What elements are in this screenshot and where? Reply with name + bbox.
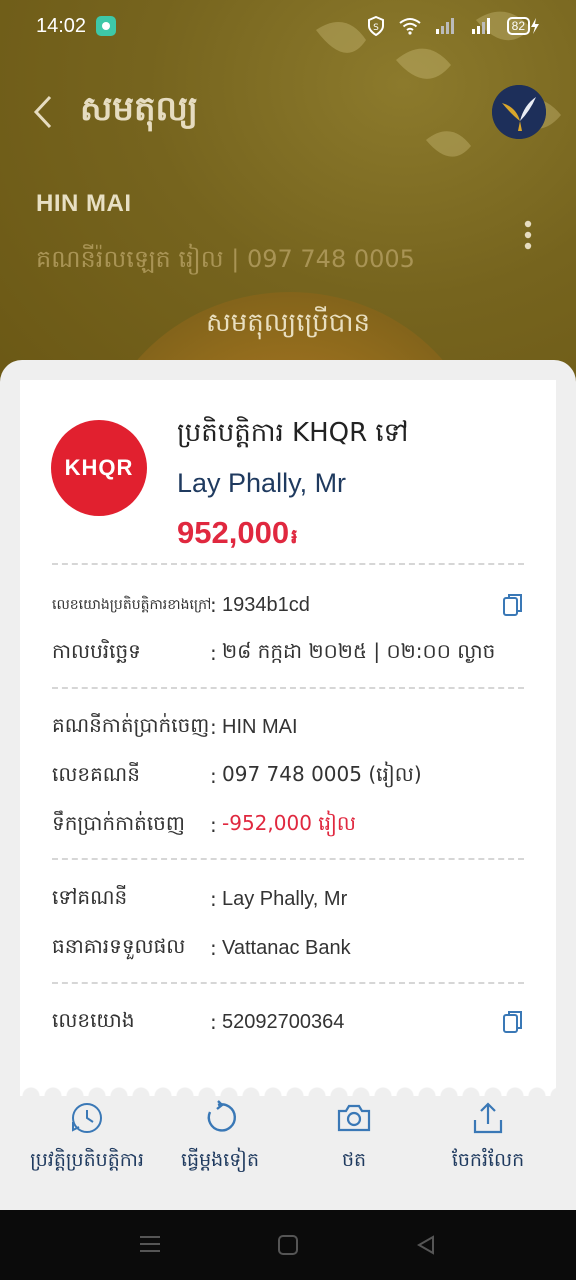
charging-icon bbox=[531, 18, 539, 34]
bank-logo bbox=[492, 85, 546, 139]
transaction-type: ប្រតិបត្តិការ KHQR ទៅ bbox=[177, 418, 409, 448]
page-title: សមតុល្យ bbox=[80, 89, 199, 129]
repeat-button[interactable]: ធ្វើម្តងទៀត bbox=[150, 1100, 290, 1176]
payee-name: Lay Phally, Mr bbox=[177, 468, 347, 498]
shield-icon: S bbox=[367, 16, 384, 36]
receipt-card: KHQR ប្រតិបត្តិការ KHQR ទៅ Lay Phally, M… bbox=[20, 380, 556, 1092]
action-label: ថត bbox=[341, 1149, 367, 1171]
detail-value: Lay Phally, Mr bbox=[222, 887, 348, 910]
back-arrow-icon[interactable] bbox=[30, 94, 58, 130]
divider bbox=[52, 687, 524, 689]
detail-label: លេខយោងប្រតិបត្តិការខាងក្រៅ bbox=[52, 596, 210, 613]
amount-value: 952,000 bbox=[177, 515, 290, 550]
currency-symbol: ៛ bbox=[291, 526, 298, 548]
chat-app-icon bbox=[96, 16, 117, 36]
action-label: ធ្វើម្តងទៀត bbox=[180, 1149, 260, 1171]
svg-text:S: S bbox=[373, 23, 379, 33]
action-label: ប្រវត្តិប្រតិបត្តិការ bbox=[30, 1149, 144, 1171]
transaction-amount: 952,000 ៛ bbox=[177, 515, 297, 553]
detail-label: លេខយោង bbox=[52, 1008, 135, 1032]
detail-value: -952,000 រៀល bbox=[222, 811, 356, 835]
transaction-receipt-sheet: KHQR ប្រតិបត្តិការ KHQR ទៅ Lay Phally, M… bbox=[0, 360, 576, 1210]
signal-icon bbox=[435, 18, 454, 34]
detail-value: ២៨ កក្កដា ២០២៥ | ០២:០០ ល្ងាច bbox=[222, 639, 496, 663]
signal-icon-2 bbox=[471, 18, 490, 34]
detail-value: 1934b1cd bbox=[222, 593, 310, 616]
detail-row-beneficiary-bank: ធនាគារទទួលផល : Vattanac Bank bbox=[52, 933, 524, 963]
detail-row-debit-account: គណនីកាត់ប្រាក់ចេញ : HIN MAI bbox=[52, 712, 524, 742]
detail-value: 52092700364 bbox=[222, 1010, 345, 1033]
share-icon bbox=[473, 1102, 503, 1134]
back-icon[interactable] bbox=[415, 1234, 437, 1256]
copy-icon[interactable] bbox=[502, 1009, 524, 1035]
status-bar: 14:02 S 82 bbox=[0, 0, 576, 52]
battery-level: 82 bbox=[506, 17, 530, 35]
status-time: 14:02 bbox=[36, 14, 87, 37]
detail-label: ទឹកប្រាក់កាត់ចេញ bbox=[52, 811, 185, 835]
detail-label: លេខគណនី bbox=[52, 762, 140, 786]
detail-label: កាលបរិច្ឆេទ bbox=[52, 639, 141, 663]
title-bar: សមតុល្យ bbox=[0, 80, 576, 144]
divider bbox=[52, 982, 524, 984]
detail-value: 097 748 0005 (រៀល) bbox=[222, 762, 422, 786]
wifi-icon bbox=[399, 18, 421, 35]
repeat-icon bbox=[207, 1100, 236, 1132]
copy-icon[interactable] bbox=[502, 592, 524, 618]
khqr-logo: KHQR bbox=[51, 420, 147, 516]
status-icons: S 82 bbox=[367, 16, 540, 36]
receipt-scalloped-edge bbox=[20, 1082, 556, 1096]
more-options-icon[interactable] bbox=[524, 220, 532, 250]
home-icon[interactable] bbox=[277, 1234, 299, 1256]
detail-value: HIN MAI bbox=[222, 715, 298, 738]
detail-label: ទៅគណនី bbox=[52, 885, 128, 909]
detail-row-to-account: ទៅគណនី : Lay Phally, Mr bbox=[52, 884, 524, 914]
battery-icon: 82 bbox=[506, 17, 540, 35]
share-button[interactable]: ចែករំលែក bbox=[418, 1100, 558, 1176]
available-balance-label: សមតុល្យប្រើបាន bbox=[205, 308, 371, 338]
detail-label: គណនីកាត់ប្រាក់ចេញ bbox=[52, 713, 210, 737]
detail-row-account-number: លេខគណនី : 097 748 0005 (រៀល) bbox=[52, 761, 524, 791]
account-subtitle: គណនីរ៉លឡេត រៀល | 097 748 0005 bbox=[36, 245, 415, 273]
detail-row-external-ref: លេខយោងប្រតិបត្តិការខាងក្រៅ : 1934b1cd bbox=[52, 590, 524, 620]
detail-row-debit-amount: ទឹកប្រាក់កាត់ចេញ : -952,000 រៀល bbox=[52, 810, 524, 840]
transaction-history-button[interactable]: ប្រវត្តិប្រតិបត្តិការ bbox=[17, 1100, 157, 1176]
menu-icon[interactable] bbox=[139, 1234, 161, 1254]
screenshot-button[interactable]: ថត bbox=[284, 1100, 424, 1176]
divider bbox=[52, 858, 524, 860]
system-nav-bar bbox=[0, 1210, 576, 1280]
detail-row-reference: លេខយោង : 52092700364 bbox=[52, 1007, 524, 1037]
detail-value: Vattanac Bank bbox=[222, 936, 351, 959]
account-name: HIN MAI bbox=[36, 190, 132, 217]
divider bbox=[52, 563, 524, 565]
receipt-actions: ប្រវត្តិប្រតិបត្តិការ ធ្វើម្តងទៀត ថត ចែក… bbox=[0, 1100, 576, 1190]
action-label: ចែករំលែក bbox=[451, 1149, 525, 1171]
history-icon bbox=[72, 1103, 102, 1133]
detail-row-date: កាលបរិច្ឆេទ : ២៨ កក្កដា ២០២៥ | ០២:០០ ល្ង… bbox=[52, 638, 524, 668]
camera-icon bbox=[337, 1104, 371, 1132]
detail-label: ធនាគារទទួលផល bbox=[52, 934, 186, 958]
